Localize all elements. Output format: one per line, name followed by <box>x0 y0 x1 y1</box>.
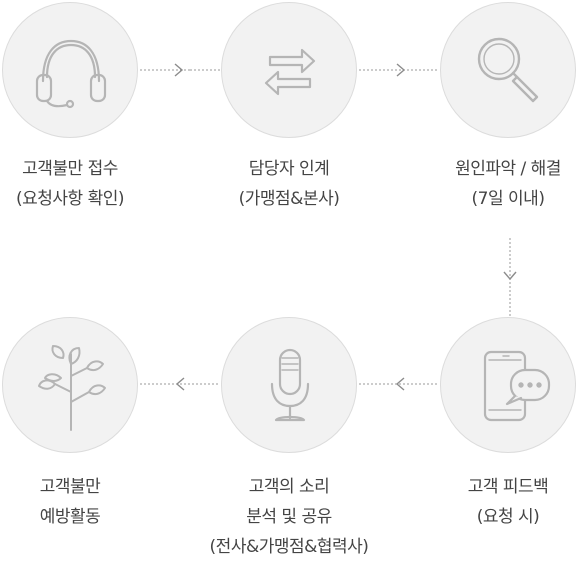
step6-sub: 예방활동 <box>39 507 101 527</box>
process-flow-diagram: 고객불만 접수 (요청사항 확인) 담당자 인계 (가맹점&본사) 원인파악 /… <box>0 0 580 566</box>
step1-sub: (요청사항 확인) <box>15 189 125 209</box>
step4-title: 고객 피드백 <box>467 477 549 497</box>
step1-circle <box>2 2 138 138</box>
connector-4-5 <box>359 377 439 391</box>
connector-2-3 <box>359 63 439 77</box>
headset-icon <box>35 39 107 109</box>
magnifier-icon <box>477 37 539 103</box>
step5-circle <box>221 317 357 453</box>
step2-sub: (가맹점&본사) <box>238 189 340 209</box>
sapling-icon <box>38 345 106 431</box>
step1-label: 고객불만 접수 (요청사항 확인) <box>0 154 170 214</box>
connector-5-6 <box>140 377 220 391</box>
smartphone-chat-icon <box>483 350 551 422</box>
step1-title: 고객불만 접수 <box>22 159 118 179</box>
step2-label: 담당자 인계 (가맹점&본사) <box>189 154 389 214</box>
step3-sub: (7일 이내) <box>471 189 545 209</box>
step6-title: 고객불만 <box>39 477 101 497</box>
connector-1-2 <box>140 63 220 77</box>
step2-title: 담당자 인계 <box>248 159 330 179</box>
step2-circle <box>221 2 357 138</box>
step5-title: 고객의 소리 <box>248 477 330 497</box>
step3-circle <box>440 2 576 138</box>
connector-3-4 <box>503 238 517 316</box>
exchange-arrows-icon <box>264 48 316 96</box>
step5-sub: 분석 및 공유 <box>246 507 332 527</box>
step4-circle <box>440 317 576 453</box>
step6-circle <box>2 317 138 453</box>
step4-sub: (요청 시) <box>476 507 540 527</box>
step5-label: 고객의 소리 분석 및 공유 (전사&가맹점&협력사) <box>189 472 389 562</box>
step6-label: 고객불만 예방활동 <box>0 472 170 532</box>
microphone-icon <box>270 348 310 422</box>
step5-sub2: (전사&가맹점&협력사) <box>209 537 369 557</box>
step3-label: 원인파악 / 해결 (7일 이내) <box>408 154 580 214</box>
step4-label: 고객 피드백 (요청 시) <box>408 472 580 532</box>
step3-title: 원인파악 / 해결 <box>455 159 561 179</box>
